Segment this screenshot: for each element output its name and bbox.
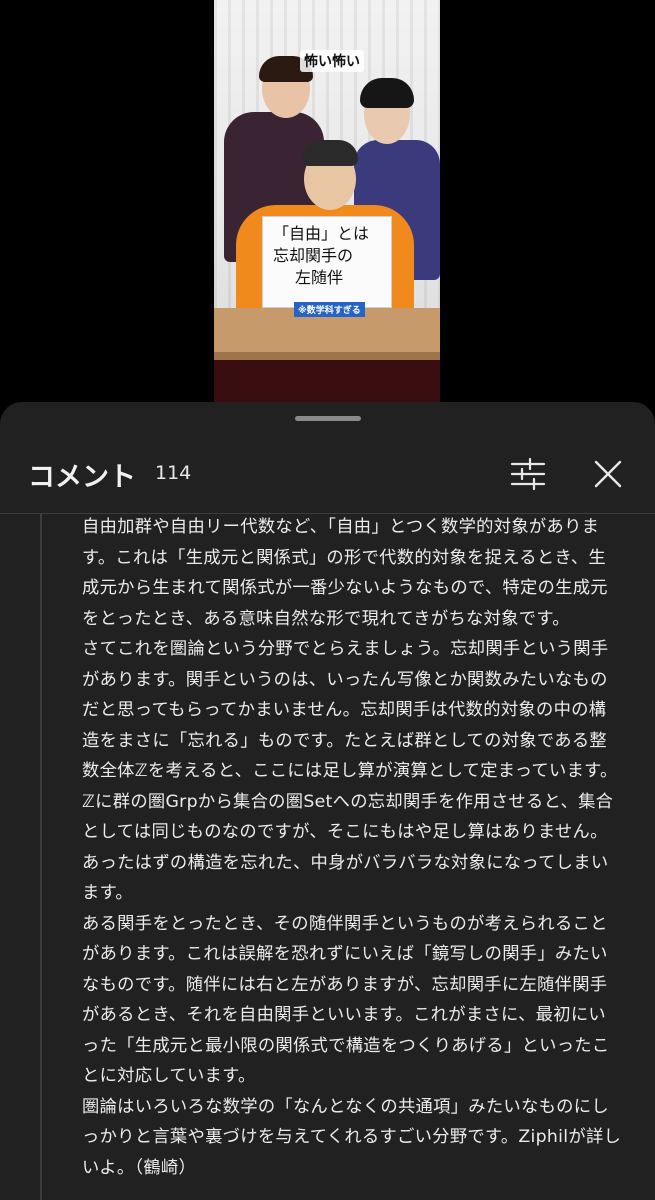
reply-thread-line	[40, 514, 42, 1200]
video-caption: 怖い怖い	[300, 50, 364, 72]
sketchbook-board: 「自由」とは 忘却関手の 左随伴	[262, 216, 392, 308]
close-icon	[594, 460, 622, 488]
video-player[interactable]: 「自由」とは 忘却関手の 左随伴 ※数学科すぎる 怖い怖い	[0, 0, 655, 410]
board-note-badge: ※数学科すぎる	[294, 302, 365, 317]
board-line: 左随伴	[295, 268, 344, 287]
board-line: 忘却関手の	[273, 246, 354, 265]
person-right-hair	[360, 78, 414, 108]
comments-sheet: コメント 114 自由加群や自由リー代数など、「自由」とつく数学的対象があります…	[0, 402, 655, 1200]
board-line: 「自由」とは	[273, 224, 370, 243]
sliders-icon	[510, 457, 546, 491]
comments-title: コメント	[28, 462, 136, 493]
filter-button[interactable]	[508, 456, 548, 492]
floor	[214, 360, 440, 402]
drag-handle[interactable]	[295, 416, 361, 421]
comment-paragraph: ある関手をとったとき、その随伴関手というものが考えられることがあります。これは誤…	[82, 913, 610, 1087]
video-frame[interactable]: 「自由」とは 忘却関手の 左随伴 ※数学科すぎる 怖い怖い	[214, 0, 440, 402]
person-center-hair	[302, 140, 358, 166]
comments-count: 114	[155, 462, 192, 484]
comment-paragraph: 圏論はいろいろな数学の「なんとなくの共通項」みたいなものにしっかりと言葉や裏づけ…	[82, 1096, 622, 1178]
comment-text: 自由加群や自由リー代数など、「自由」とつく数学的対象があります。これは「生成元と…	[82, 512, 622, 1183]
comment-paragraph: 自由加群や自由リー代数など、「自由」とつく数学的対象があります。これは「生成元と…	[82, 517, 608, 629]
close-button[interactable]	[590, 456, 626, 492]
comment-paragraph: さてこれを圏論という分野でとらえましょう。忘却関手という関手があります。関手とい…	[82, 639, 618, 903]
